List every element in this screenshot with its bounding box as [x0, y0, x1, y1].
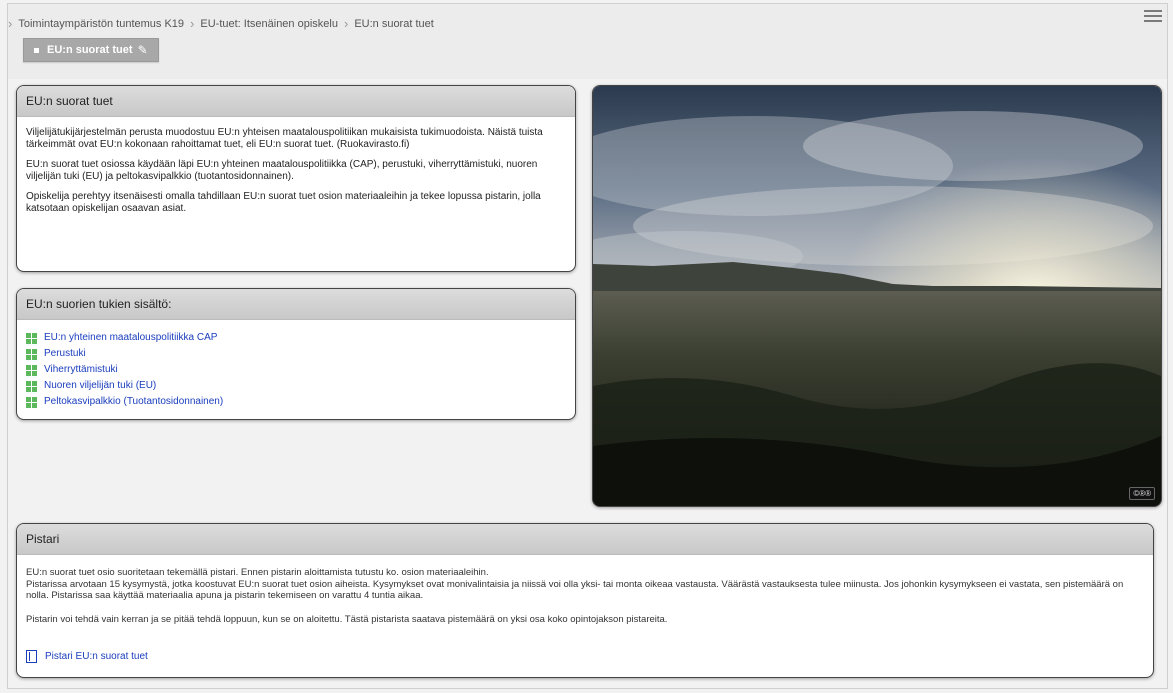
breadcrumb-separator: › — [343, 16, 349, 31]
breadcrumb-item-section[interactable]: EU-tuet: Itsenäinen opiskelu — [200, 18, 338, 30]
breadcrumb-item-course[interactable]: Toimintaympäristön tuntemus K19 — [18, 18, 184, 30]
intro-panel-title: EU:n suorat tuet — [17, 86, 575, 117]
pistari-quiz-link[interactable]: Pistari EU:n suorat tuet — [45, 651, 148, 663]
page-tab[interactable]: EU:n suorat tuet ✎ — [23, 38, 159, 62]
contents-link-nuoren-viljelijan-tuki[interactable]: Nuoren viljelijän tuki (EU) — [44, 380, 156, 392]
pistari-text: Pistarissa arvotaan 15 kysymystä, jotka … — [26, 578, 1124, 602]
pistari-panel-title: Pistari — [17, 524, 1153, 555]
contents-panel-title: EU:n suorien tukien sisältö: — [17, 289, 575, 320]
contents-link-cap[interactable]: EU:n yhteinen maatalouspolitiikka CAP — [44, 332, 217, 344]
breadcrumb: › Toimintaympäristön tuntemus K19 › EU-t… — [8, 16, 434, 31]
intro-paragraph: Opiskelija perehtyy itsenäisesti omalla … — [26, 191, 541, 214]
contents-panel-body: EU:n yhteinen maatalouspolitiikka CAP Pe… — [17, 320, 575, 419]
contents-list: EU:n yhteinen maatalouspolitiikka CAP Pe… — [26, 330, 566, 410]
intro-paragraph: EU:n suorat tuet osiossa käydään läpi EU… — [26, 159, 538, 182]
page-grid-icon — [26, 332, 37, 344]
contents-item: Perustuki — [26, 346, 566, 362]
pistari-text: Pistarin voi tehdä vain kerran ja se pit… — [26, 613, 668, 625]
contents-link-peltokasvipalkkio[interactable]: Peltokasvipalkkio (Tuotantosidonnainen) — [44, 396, 223, 408]
page-grid-icon — [26, 348, 37, 360]
contents-item: Peltokasvipalkkio (Tuotantosidonnainen) — [26, 394, 566, 410]
cc-license-badge[interactable]: ©®® — [1129, 487, 1155, 500]
field-photo-panel: ©®® — [592, 85, 1162, 507]
intro-paragraph: Viljelijätukijärjestelmän perusta muodos… — [26, 127, 543, 150]
breadcrumb-separator: › — [190, 16, 195, 31]
page-grid-icon — [26, 380, 37, 392]
page-grid-icon — [26, 364, 37, 376]
field-sunrise-photo — [593, 86, 1161, 506]
pistari-panel: Pistari EU:n suorat tuet osio suoritetaa… — [16, 523, 1154, 678]
breadcrumb-separator: › — [8, 16, 13, 31]
contents-item: Viherryttämistuki — [26, 362, 566, 378]
pencil-icon[interactable]: ✎ — [138, 43, 148, 57]
page-grid-icon — [26, 396, 37, 408]
pistari-quiz-link-row: Pistari EU:n suorat tuet — [26, 650, 1144, 663]
contents-item: EU:n yhteinen maatalouspolitiikka CAP — [26, 330, 566, 346]
page-tab-label: EU:n suorat tuet — [47, 44, 133, 56]
breadcrumb-item-current[interactable]: EU:n suorat tuet — [354, 18, 434, 30]
pistari-panel-body: EU:n suorat tuet osio suoritetaan tekemä… — [17, 555, 1153, 675]
contents-panel: EU:n suorien tukien sisältö: EU:n yhtein… — [16, 288, 576, 420]
intro-panel: EU:n suorat tuet Viljelijätukijärjestelm… — [16, 85, 576, 272]
hamburger-menu-icon[interactable] — [1144, 10, 1162, 24]
pistari-text: EU:n suorat tuet osio suoritetaan tekemä… — [26, 567, 489, 578]
contents-item: Nuoren viljelijän tuki (EU) — [26, 378, 566, 394]
quiz-book-icon — [26, 650, 37, 663]
top-bar: › Toimintaympäristön tuntemus K19 › EU-t… — [8, 4, 1167, 79]
contents-link-perustuki[interactable]: Perustuki — [44, 348, 86, 360]
square-bullet-icon — [34, 47, 39, 53]
contents-link-viherryttamistuki[interactable]: Viherryttämistuki — [44, 364, 118, 376]
intro-panel-body: Viljelijätukijärjestelmän perusta muodos… — [17, 117, 575, 233]
